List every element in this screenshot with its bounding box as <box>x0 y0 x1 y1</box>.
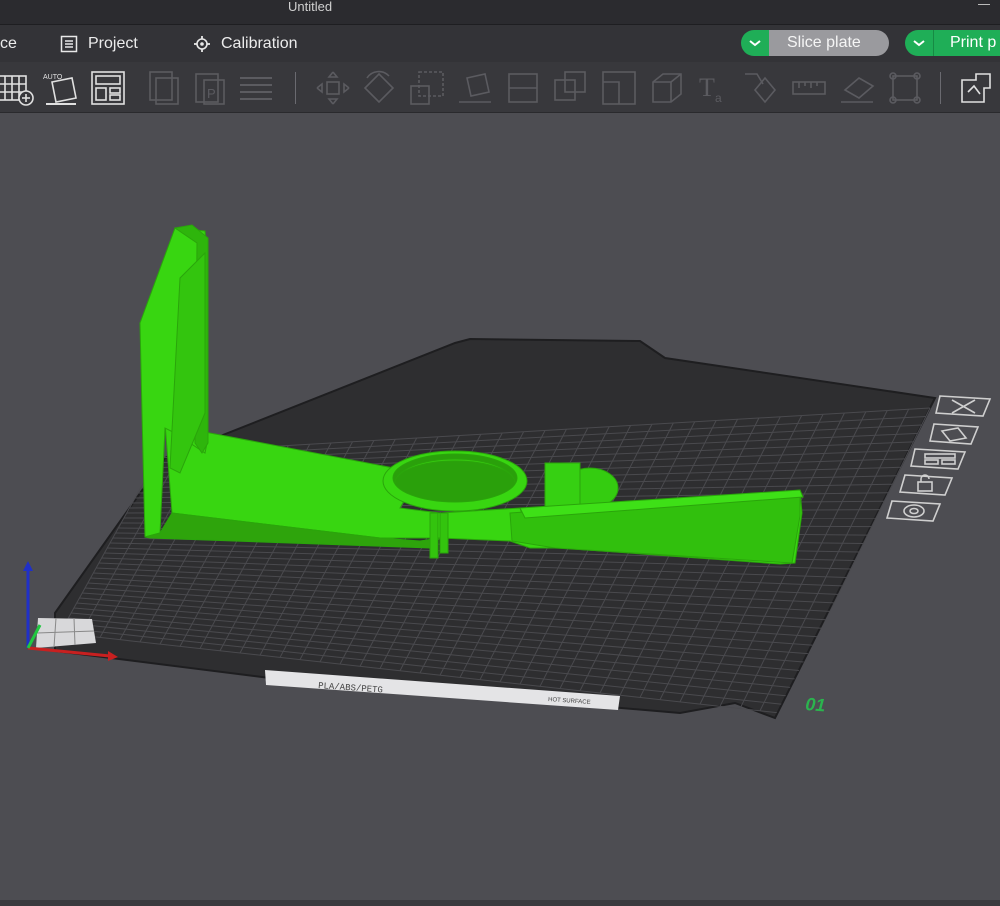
status-strip <box>0 900 1000 906</box>
scale-icon[interactable] <box>409 70 445 106</box>
measure-icon[interactable] <box>791 70 827 106</box>
cut-icon[interactable] <box>505 70 541 106</box>
plate-number: 01 <box>805 694 826 715</box>
add-plate-icon[interactable] <box>0 70 36 106</box>
chevron-down-icon <box>749 40 761 47</box>
tab-calibration[interactable]: Calibration <box>193 25 297 62</box>
toolbar-separator <box>295 72 296 104</box>
lay-on-face-icon[interactable] <box>457 70 493 106</box>
auto-orient-icon[interactable]: AUTO <box>42 70 78 106</box>
fit-view-icon[interactable] <box>887 70 923 106</box>
minimize-icon[interactable] <box>978 4 990 5</box>
svg-text:P: P <box>207 86 216 101</box>
slice-plate-group: Slice plate <box>741 30 889 56</box>
layers-icon[interactable] <box>238 70 274 106</box>
main-toolbar: AUTO P Ta <box>0 62 1000 113</box>
move-icon[interactable] <box>315 70 351 106</box>
split-parts-icon[interactable] <box>601 70 637 106</box>
arrange-view-icon[interactable] <box>910 448 967 470</box>
variable-layer-icon[interactable] <box>958 70 994 106</box>
chevron-down-icon <box>913 40 925 47</box>
project-icon <box>60 35 78 53</box>
print-plate-button[interactable]: Print p <box>933 30 1000 56</box>
print-plate-group: Print p <box>905 30 1000 56</box>
origin-corner-marker <box>36 617 96 648</box>
rotate-icon[interactable] <box>361 70 397 106</box>
tab-project[interactable]: Project <box>60 25 138 62</box>
toolbar-separator <box>940 72 941 104</box>
seam-icon[interactable] <box>839 70 875 106</box>
assembly-icon[interactable] <box>649 70 685 106</box>
calibration-icon <box>193 35 211 53</box>
paste-icon[interactable]: P <box>192 70 228 106</box>
settings-view-icon[interactable] <box>885 500 942 522</box>
text-icon[interactable]: Ta <box>697 70 733 106</box>
close-view-icon[interactable] <box>935 395 992 417</box>
title-bar: Untitled <box>0 0 1000 25</box>
build-plate-scene[interactable]: PLA/ABS/PETG HOT SURFACE 01 <box>0 113 1000 906</box>
tab-prepare[interactable]: ce <box>0 25 17 62</box>
slice-dropdown-button[interactable] <box>741 30 769 56</box>
lock-view-icon[interactable] <box>898 474 954 496</box>
tab-project-label: Project <box>88 34 138 52</box>
slice-plate-button[interactable]: Slice plate <box>769 30 889 56</box>
tab-prepare-label: ce <box>0 34 17 52</box>
svg-text:T: T <box>699 73 715 102</box>
copy-icon[interactable] <box>146 70 182 106</box>
arrange-icon[interactable] <box>90 70 126 106</box>
orient-view-icon[interactable] <box>929 423 980 445</box>
window-title: Untitled <box>288 0 333 14</box>
print-dropdown-button[interactable] <box>905 30 933 56</box>
boolean-icon[interactable] <box>553 70 589 106</box>
svg-text:a: a <box>715 91 722 105</box>
paint-support-icon[interactable] <box>743 70 779 106</box>
tab-calibration-label: Calibration <box>221 34 298 52</box>
3d-viewport[interactable]: PLA/ABS/PETG HOT SURFACE 01 <box>0 113 1000 906</box>
